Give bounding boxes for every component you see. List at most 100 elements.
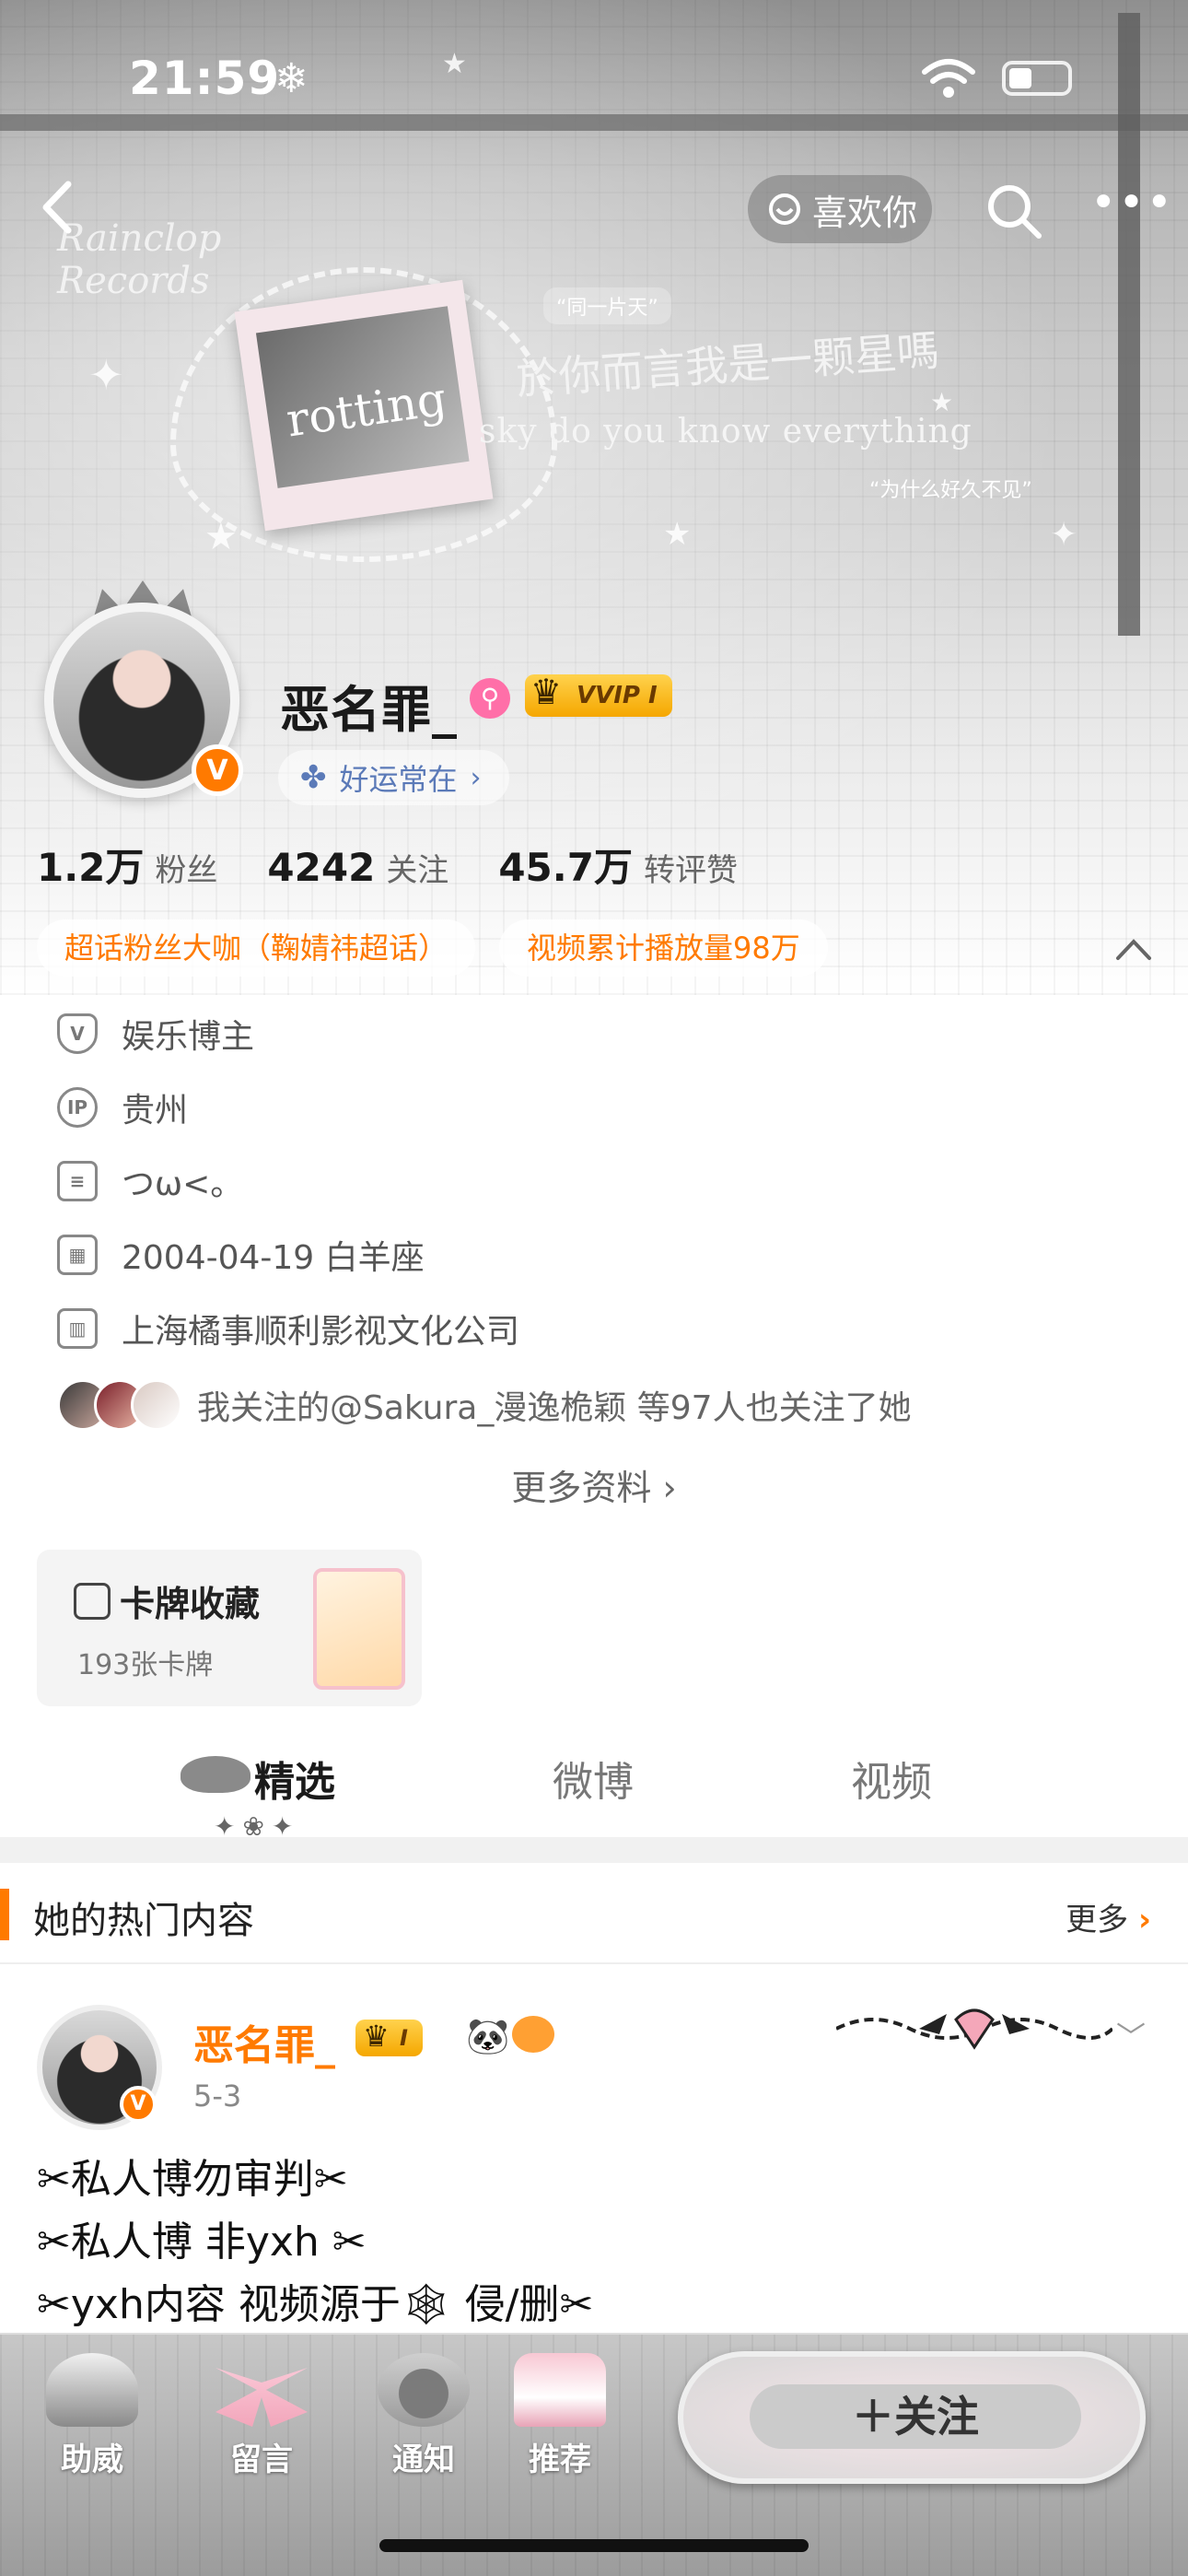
banner-lyric-en: sky do you know everything [479,413,973,451]
cheer-label: 助威 [61,2441,123,2478]
verified-badge-icon: V [192,744,243,796]
tab-weibo[interactable]: 微博 [553,1749,634,1808]
banner-quote-bottom: “为什么好久不见” [869,479,1032,502]
status-bar: 21:59 ❄ [0,0,1188,157]
follow-button[interactable]: ＋关注 [678,2351,1146,2484]
stat-label: 转评赞 [643,852,738,889]
stat-followers[interactable]: 1.2万 粉丝 [37,837,217,893]
info-row-category: V 娱乐博主 [57,997,1144,1071]
banner-quote-top: “同一片天” [543,287,671,324]
luck-status-label: 好运常在 [339,762,458,797]
polaroid-decoration: rotting [234,279,494,532]
notification-button[interactable]: 通知 [368,2353,479,2479]
vvip-badge[interactable]: VVIP I [525,671,672,717]
panda-icon: 🐼 [466,2016,510,2056]
info-row-birthday: ▦ 2004-04-19 白羊座 [57,1218,1144,1292]
info-text: つω<。 [122,1165,244,1203]
chevron-right-icon: › [1137,1902,1151,1938]
bio-document-icon: ≡ [57,1161,98,1201]
chevron-right-icon: › [662,1468,677,1508]
status-time: 21:59 [129,52,281,105]
hot-content-title: 她的热门内容 [33,1900,254,1942]
follow-label: ＋关注 [750,2384,1081,2449]
post-line: ✂私人博勿审判✂ [37,2156,348,2203]
recommend-button[interactable]: 推荐 [505,2353,615,2479]
card-collection-title: 卡牌收藏 [120,1584,261,1624]
profile-username: 恶名罪_ [280,681,458,739]
profile-info-list: V 娱乐博主 IP 贵州 ≡ つω<。 ▦ 2004-04-19 白羊座 ▥ 上… [57,997,1144,1445]
more-options-icon[interactable]: ••• [1090,181,1172,240]
info-text: 上海橘事顺利影视文化公司 [122,1313,520,1351]
profile-page: Rainclop Records rotting “同一片天” 於你而言我是一颗… [0,0,1188,2576]
profile-tabs: 精选 微博 视频 ✦❀✦ [0,1736,1188,1842]
avatar [131,1379,182,1431]
achievement-chips: 超话粉丝大咖（鞠婧祎超话） 视频累计播放量98万 [37,919,828,977]
bow-icon [769,193,800,225]
star-icon: ★ [204,516,238,558]
message-button[interactable]: 留言 [206,2353,317,2479]
more-info-label: 更多资料 [511,1468,652,1508]
tab-featured[interactable]: 精选 [254,1749,335,1808]
post-text: ✂私人博勿审判✂ ✂私人博 非yxh ✂ ✂yxh内容 视频源于🕸 侵/删✂ [37,2149,593,2336]
hot-content-more-link[interactable]: 更多 › [1066,1894,1151,1939]
pink-bow-icon [215,2368,308,2427]
wifi-icon [922,59,975,98]
stat-value: 45.7万 [498,845,633,890]
cheer-button[interactable]: 助威 [37,2353,147,2479]
like-you-label: 喜欢你 [812,192,918,233]
stat-following[interactable]: 4242 关注 [267,845,448,890]
hot-content-header: 她的热门内容 更多 › [0,1863,1188,1964]
tab-video[interactable]: 视频 [851,1749,932,1808]
recommend-label: 推荐 [529,2441,591,2478]
message-label: 留言 [230,2441,293,2478]
post-line: ✂yxh内容 视频源于🕸 侵/删✂ [37,2281,594,2328]
battery-icon [1002,61,1072,96]
section-accent-bar [0,1889,9,1940]
stat-reposts-likes[interactable]: 45.7万 转评赞 [498,837,738,893]
like-you-button[interactable]: 喜欢你 [748,175,932,243]
bell-cat-icon [378,2353,470,2427]
chevron-down-icon[interactable]: ﹀ [1116,2014,1146,2056]
home-indicator[interactable] [379,2539,809,2552]
mutual-followers-row[interactable]: 我关注的@Sakura_漫逸桅颖 等97人也关注了她 [57,1365,1144,1445]
info-text: 贵州 [122,1092,189,1130]
section-divider [0,1837,1188,1863]
profile-stats: 1.2万 粉丝 4242 关注 45.7万 转评赞 [37,837,787,893]
clover-icon: ✤ [300,759,327,796]
card-icon [74,1582,111,1620]
mutual-avatars [57,1379,182,1431]
back-arrow-icon[interactable] [28,175,92,240]
stat-label: 粉丝 [155,852,218,889]
more-info-link[interactable]: 更多资料 › [0,1459,1188,1510]
stat-label: 关注 [386,852,449,889]
luck-status-pill[interactable]: ✤ 好运常在 › [278,750,509,805]
star-icon: ✦ [1050,516,1078,554]
stat-value: 1.2万 [37,845,145,890]
search-icon[interactable] [984,181,1044,241]
card-thumbnail [313,1568,405,1690]
post-card[interactable]: V 恶名罪_ I 🐼 5-3 ﹀ ✂私人博勿审判✂ ✂私人博 非yxh ✂ ✂y… [0,1964,1188,2333]
chevron-up-icon[interactable] [1111,931,1157,967]
chevron-right-icon: › [470,761,482,794]
company-building-icon: ▥ [57,1308,98,1349]
info-text: 2004-04-19 白羊座 [122,1239,425,1277]
card-collection-count: 193张卡牌 [77,1649,214,1681]
heart-bat-decoration-icon [836,2008,1112,2050]
stat-value: 4242 [267,845,376,890]
post-author[interactable]: 恶名罪_ [193,2012,335,2071]
chip-video-plays[interactable]: 视频累计播放量98万 [499,919,828,977]
goldfish-icon [512,2016,554,2053]
crown-heart-icon [46,2353,138,2427]
card-collection-box[interactable]: 卡牌收藏 193张卡牌 [37,1550,422,1706]
card-collection-title-row: 卡牌收藏 [74,1575,260,1626]
female-gender-icon: ⚲ [470,678,510,719]
ip-location-icon: IP [57,1087,98,1128]
snowflake-icon: ❄ [274,55,309,102]
vip-badge: I [355,2018,423,2056]
post-line: ✂私人博 非yxh ✂ [37,2219,367,2266]
chip-supertopic-fan[interactable]: 超话粉丝大咖（鞠婧祎超话） [37,919,476,977]
star-icon: ✦ [88,350,124,400]
cat-decoration-icon [181,1756,250,1793]
post-date: 5-3 [193,2078,242,2113]
verified-shield-icon: V [57,1013,98,1054]
